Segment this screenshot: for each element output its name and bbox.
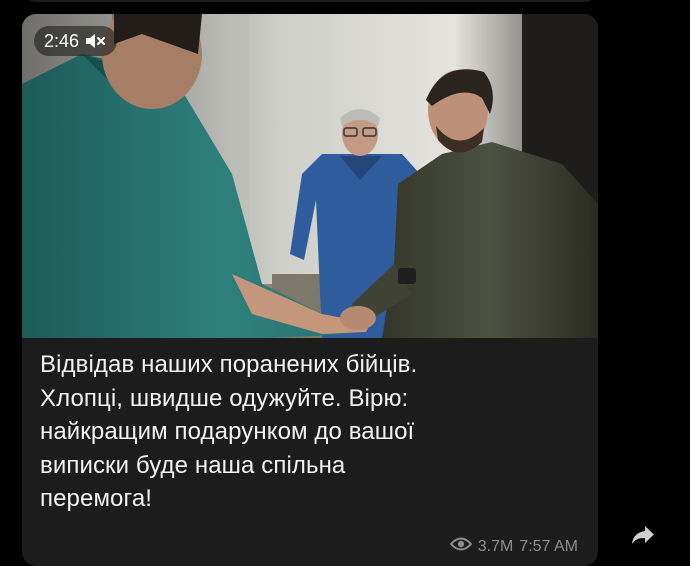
caption-line: Відвідав наших поранених бійців. [40,351,418,378]
speaker-muted-icon[interactable] [85,33,106,49]
message-time: 7:57 AM [519,537,578,555]
message-bubble: 2:46 Відвідав наших поранених бійців. Хл… [22,14,598,566]
caption-line: виписки буде наша спільна [40,451,346,479]
caption-line: Хлопці, швидше одужуйте. Вірю: [40,384,409,412]
eye-icon [449,537,473,556]
message-meta: 3.7M 7:57 AM [449,537,578,556]
caption-line: перемога! [40,485,153,512]
chat-view: 2:46 Відвідав наших поранених бійців. Хл… [0,0,690,566]
share-arrow-icon [631,525,655,550]
video-duration-badge[interactable]: 2:46 [34,26,118,56]
message-text: Відвідав наших поранених бійців. Хлопці,… [40,348,580,516]
caption-line: найкращим подарунком до вашої [40,418,415,445]
video-frame [22,14,598,338]
view-count: 3.7M [477,537,514,555]
previous-message-bubble [22,0,598,2]
video-player[interactable]: 2:46 [22,14,598,338]
share-button[interactable] [625,519,661,555]
video-duration: 2:46 [44,30,80,51]
